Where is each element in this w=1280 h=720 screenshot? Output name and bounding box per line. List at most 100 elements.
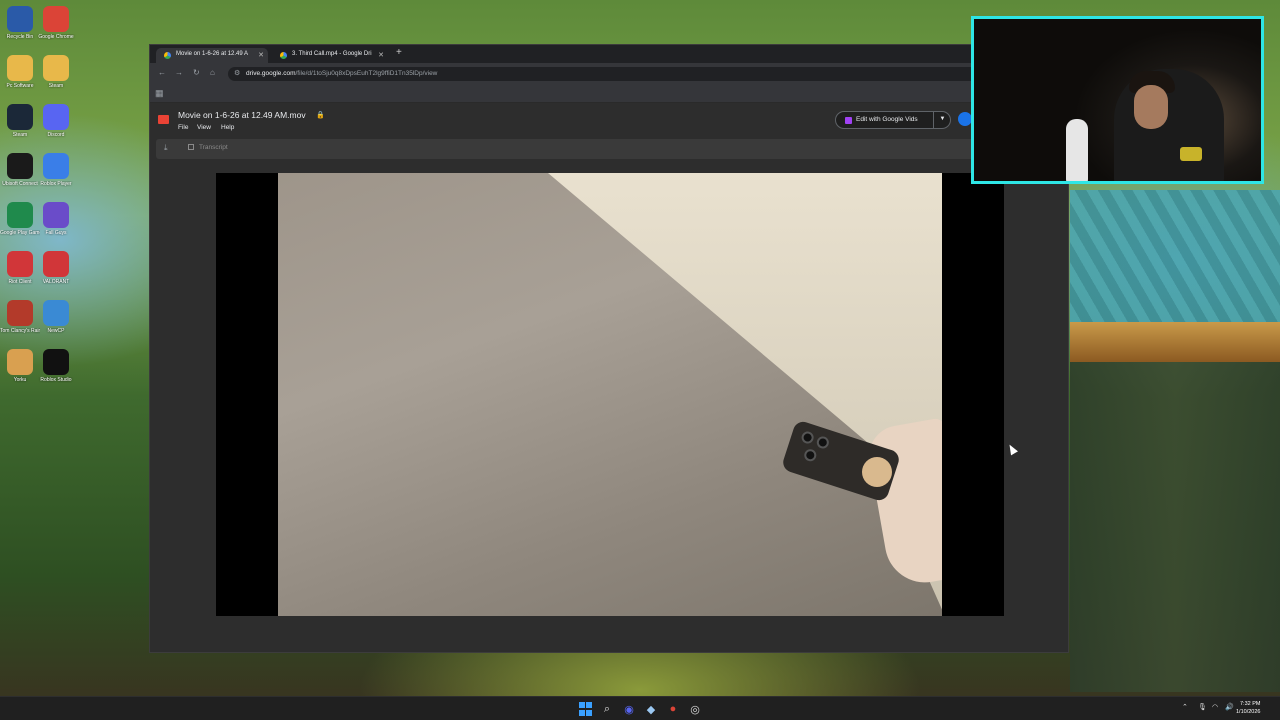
steam-icon bbox=[7, 104, 33, 130]
desktop-icon[interactable]: Ubisoft Connect bbox=[0, 153, 40, 187]
desktop-icon-label: Ubisoft Connect bbox=[2, 181, 38, 187]
obs-icon[interactable]: ◎ bbox=[688, 702, 702, 716]
taskbar: ⌕ ◉ ◆ ● ◎ ⌃ 🎙 ◠ 🔊 7:32 PM 1/10/2026 bbox=[0, 696, 1280, 720]
video-wall bbox=[548, 173, 942, 616]
desktop-icon-label: VALORANT bbox=[42, 279, 70, 285]
desktop-icon-label: Steam bbox=[12, 132, 28, 138]
desktop-icon[interactable]: Recycle Bin bbox=[0, 6, 40, 40]
desktop-icon[interactable]: Google Play Games bbox=[0, 202, 40, 236]
tab-title: Movie on 1-6-26 at 12.49 A bbox=[176, 51, 249, 57]
desktop-icon[interactable]: Roblox Player bbox=[36, 153, 76, 187]
video-puck bbox=[862, 457, 892, 487]
video-hand bbox=[864, 417, 942, 589]
share-button[interactable] bbox=[958, 112, 972, 126]
webcam-face bbox=[1134, 85, 1168, 129]
google-play-games-icon bbox=[7, 202, 33, 228]
tab-bar: Movie on 1-6-26 at 12.49 A ✕ 3. Third Ca… bbox=[150, 45, 1068, 63]
chrome-icon[interactable]: ● bbox=[666, 702, 680, 716]
new-tab-button[interactable]: + bbox=[396, 47, 402, 58]
desktop-icon-label: Tom Clancy's Rainbow Six bbox=[0, 328, 40, 334]
discord-icon[interactable]: ◉ bbox=[622, 702, 636, 716]
folder-icon bbox=[43, 55, 69, 81]
back-icon[interactable]: ← bbox=[158, 68, 166, 77]
video-frame-content bbox=[278, 173, 942, 616]
transcript-button[interactable]: Transcript bbox=[188, 144, 228, 151]
clock-time: 7:32 PM bbox=[1239, 701, 1261, 707]
desktop-icon[interactable]: Tom Clancy's Rainbow Six bbox=[0, 300, 40, 334]
google-drive-icon bbox=[280, 52, 287, 59]
system-clock[interactable]: 7:32 PM 1/10/2026 bbox=[1236, 700, 1260, 716]
rainbow-six-icon bbox=[7, 300, 33, 326]
url-path: /file/d/1toSju0q8xDpsEuhT2lg9ffiD1Tn35lD… bbox=[295, 70, 438, 77]
desktop-icon-label: NewCP bbox=[47, 328, 65, 334]
chrome-icon bbox=[43, 6, 69, 32]
desktop-icon-label: Recycle Bin bbox=[6, 34, 34, 40]
desktop-icon[interactable]: Google Chrome bbox=[36, 6, 76, 40]
forward-icon[interactable]: → bbox=[175, 68, 183, 77]
microphone-icon[interactable]: 🎙 bbox=[1198, 703, 1207, 711]
recycle-bin-icon bbox=[7, 6, 33, 32]
tab-movie[interactable]: Movie on 1-6-26 at 12.49 A ✕ bbox=[156, 48, 268, 63]
riot-client-icon bbox=[7, 251, 33, 277]
desktop-icon[interactable]: Steam bbox=[36, 55, 76, 89]
clock-date: 1/10/2026 bbox=[1236, 709, 1261, 715]
desktop-icon[interactable]: Pc Software bbox=[0, 55, 40, 89]
webcam-overlay bbox=[971, 16, 1264, 184]
volume-icon[interactable]: 🔊 bbox=[1225, 703, 1234, 711]
ubisoft-icon bbox=[7, 153, 33, 179]
desktop-icon[interactable]: Steam bbox=[0, 104, 40, 138]
chevron-down-icon[interactable]: ▼ bbox=[933, 112, 951, 128]
apps-grid-icon[interactable]: ▦ bbox=[155, 88, 164, 99]
close-icon[interactable]: ✕ bbox=[258, 51, 264, 59]
fall-guys-icon bbox=[43, 202, 69, 228]
google-drive-icon bbox=[164, 52, 171, 59]
site-info-icon[interactable]: ⚙ bbox=[234, 69, 240, 77]
wallpaper-fence bbox=[1070, 362, 1280, 692]
desktop-icon-label: Yorku bbox=[13, 377, 27, 383]
discord-icon bbox=[43, 104, 69, 130]
desktop-icon[interactable]: Yorku bbox=[0, 349, 40, 383]
steam-icon[interactable]: ◆ bbox=[644, 702, 658, 716]
menu-view[interactable]: View bbox=[197, 124, 211, 131]
download-icon[interactable]: ⤓ bbox=[164, 143, 168, 153]
tab-title: 3. Third Call.mp4 - Google Dri bbox=[292, 51, 372, 57]
desktop-icon[interactable]: Fall Guys bbox=[36, 202, 76, 236]
wifi-icon[interactable]: ◠ bbox=[1212, 703, 1218, 711]
desktop-icon-label: Pc Software bbox=[6, 83, 34, 89]
menu-file[interactable]: File bbox=[178, 124, 188, 131]
edit-with-google-vids-button[interactable]: Edit with Google Vids ▼ bbox=[835, 111, 951, 129]
desktop-icon-label: Steam bbox=[48, 83, 64, 89]
valorant-icon bbox=[43, 251, 69, 277]
windows-start-icon[interactable] bbox=[578, 702, 592, 716]
reload-icon[interactable]: ↻ bbox=[193, 68, 200, 77]
transcript-icon bbox=[188, 144, 194, 150]
close-icon[interactable]: ✕ bbox=[378, 51, 384, 59]
desktop-icon[interactable]: Roblox Studio bbox=[36, 349, 76, 383]
search-icon[interactable]: ⌕ bbox=[600, 702, 614, 716]
home-icon[interactable]: ⌂ bbox=[210, 68, 215, 77]
lock-icon: 🔒 bbox=[316, 112, 325, 119]
yorku-icon bbox=[7, 349, 33, 375]
video-player[interactable] bbox=[216, 173, 1004, 616]
edit-button-label: Edit with Google Vids bbox=[856, 116, 918, 123]
roblox-player-icon bbox=[43, 153, 69, 179]
address-bar[interactable]: ⚙ drive.google.com/file/d/1toSju0q8xDpsE… bbox=[228, 67, 1048, 81]
wallpaper-beam bbox=[1070, 322, 1280, 362]
desktop-icon[interactable]: Riot Client bbox=[0, 251, 40, 285]
desktop-icon-label: Discord bbox=[47, 132, 65, 138]
tab-third-call[interactable]: 3. Third Call.mp4 - Google Dri ✕ bbox=[272, 48, 388, 63]
desktop-icon-label: Fall Guys bbox=[45, 230, 67, 236]
address-row: ← → ↻ ⌂ ⚙ drive.google.com/file/d/1toSju… bbox=[150, 63, 1068, 85]
viewer-toolbar: ⤓ Transcript bbox=[156, 139, 1066, 159]
drive-viewer: Movie on 1-6-26 at 12.49 AM.mov 🔒 File V… bbox=[150, 103, 1068, 652]
desktop-icon-label: Google Chrome bbox=[38, 34, 74, 40]
folder-icon bbox=[7, 55, 33, 81]
menu-help[interactable]: Help bbox=[221, 124, 234, 131]
chevron-up-icon[interactable]: ⌃ bbox=[1182, 703, 1188, 711]
desktop-icon[interactable]: VALORANT bbox=[36, 251, 76, 285]
desktop-icon[interactable]: NewCP bbox=[36, 300, 76, 334]
wallpaper-boards bbox=[1070, 190, 1280, 322]
desktop-icon-label: Roblox Studio bbox=[40, 377, 72, 383]
desktop-icon-label: Riot Client bbox=[8, 279, 32, 285]
desktop-icon[interactable]: Discord bbox=[36, 104, 76, 138]
